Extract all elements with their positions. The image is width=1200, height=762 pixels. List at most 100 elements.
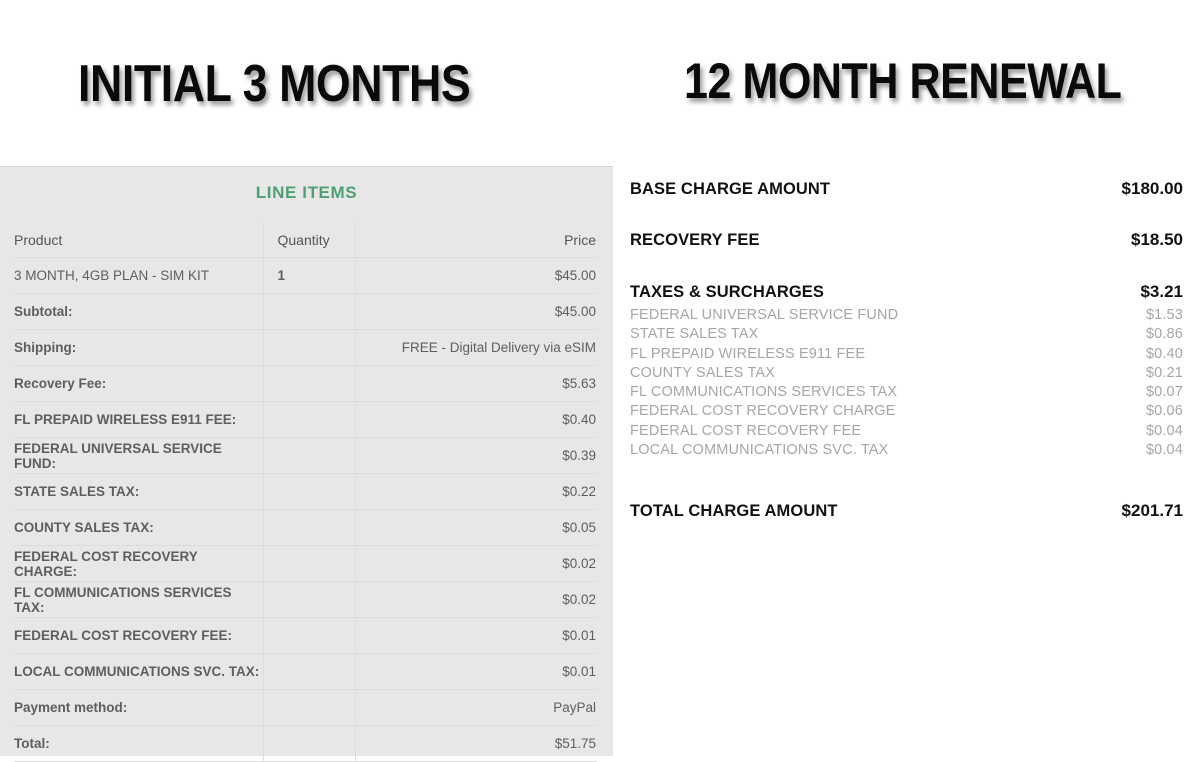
tax-detail-value: $0.06	[1145, 403, 1183, 420]
summary-value-cell: FREE - Digital Delivery via eSIM	[354, 329, 597, 366]
summary-row: Payment method: PayPal	[14, 689, 597, 726]
total-charge-label: TOTAL CHARGE AMOUNT	[630, 502, 838, 520]
product-name-cell: 3 MONTH, 4GB PLAN - SIM KIT	[14, 257, 263, 294]
summary-spacer-cell	[262, 329, 355, 366]
summary-row: Recovery Fee: $5.63	[14, 365, 597, 402]
summary-label-cell: Total:	[14, 725, 263, 762]
tax-detail-label: STATE SALES TAX	[630, 326, 759, 343]
summary-row: Shipping: FREE - Digital Delivery via eSI…	[14, 329, 597, 366]
summary-value-cell: $0.05	[354, 509, 597, 546]
tax-detail-value: $1.53	[1145, 307, 1183, 323]
line-items-heading: LINE ITEMS	[255, 183, 358, 202]
summary-row: FEDERAL COST RECOVERY CHARGE: $0.02	[14, 545, 597, 582]
tax-detail-label: FEDERAL COST RECOVERY CHARGE	[630, 403, 896, 420]
tax-detail-row: FEDERAL COST RECOVERY FEE $0.04	[630, 423, 1183, 439]
tax-detail-label: COUNTY SALES TAX	[630, 364, 776, 381]
summary-spacer-cell	[262, 437, 355, 474]
summary-value-cell: $0.40	[354, 401, 597, 438]
summary-spacer-cell	[262, 365, 355, 402]
taxes-surcharges-row: TAXES & SURCHARGES $3.21	[630, 282, 1183, 302]
recovery-fee-label: RECOVERY FEE	[630, 231, 760, 249]
summary-row: Subtotal: $45.00	[14, 293, 597, 330]
tax-detail-list: FEDERAL UNIVERSAL SERVICE FUND $1.53 STATE…	[630, 307, 1183, 461]
summary-label-cell: FEDERAL COST RECOVERY FEE:	[14, 617, 263, 654]
product-price-cell: $45.00	[354, 257, 597, 294]
tax-detail-label: FEDERAL COST RECOVERY FEE	[630, 422, 862, 439]
summary-spacer-cell	[262, 653, 355, 690]
summary-row: FL COMMUNICATIONS SERVICES TAX: $0.02	[14, 581, 597, 618]
tax-detail-label: FL PREPAID WIRELESS E911 FEE	[630, 345, 866, 362]
base-charge-value: $180.00	[1121, 179, 1183, 198]
summary-value-cell: $0.02	[354, 545, 597, 582]
tax-detail-row: FL COMMUNICATIONS SERVICES TAX $0.07	[630, 384, 1183, 400]
tax-detail-label: FEDERAL UNIVERSAL SERVICE FUND	[630, 307, 899, 323]
summary-value-cell: $0.01	[354, 617, 597, 654]
tax-detail-value: $0.40	[1145, 345, 1183, 362]
summary-row: FEDERAL UNIVERSAL SERVICE FUND: $0.39	[14, 437, 597, 474]
summary-row: FEDERAL COST RECOVERY FEE: $0.01	[14, 617, 597, 654]
taxes-surcharges-label: TAXES & SURCHARGES	[630, 283, 825, 301]
tax-detail-label: FL COMMUNICATIONS SERVICES TAX	[630, 384, 898, 401]
page-title-12-month-renewal: 12 MONTH RENEWAL	[684, 53, 1122, 109]
tax-detail-row: FEDERAL UNIVERSAL SERVICE FUND $1.53	[630, 307, 1183, 323]
summary-value-cell: $0.02	[354, 581, 597, 618]
line-items-table: Product Quantity Price 3 MONTH, 4GB PLAN…	[14, 222, 597, 762]
page-title-initial-3-months: INITIAL 3 MONTHS	[78, 55, 471, 113]
tax-detail-row: STATE SALES TAX $0.86	[630, 326, 1183, 342]
summary-label-cell: STATE SALES TAX:	[14, 473, 263, 510]
summary-label-cell: FEDERAL COST RECOVERY CHARGE:	[14, 545, 263, 582]
taxes-surcharges-value: $3.21	[1140, 282, 1183, 301]
tax-detail-value: $0.04	[1145, 442, 1183, 459]
line-items-body: 3 MONTH, 4GB PLAN - SIM KIT 1 $45.00 Subtot…	[14, 257, 597, 762]
table-header-row: Product Quantity Price	[14, 222, 597, 258]
summary-label-cell: FL PREPAID WIRELESS E911 FEE:	[14, 401, 263, 438]
summary-label-cell: Subtotal:	[14, 293, 263, 330]
summary-spacer-cell	[262, 617, 355, 654]
recovery-fee-row: RECOVERY FEE $18.50	[630, 230, 1183, 250]
summary-row: Total: $51.75	[14, 725, 597, 762]
tax-detail-label: LOCAL COMMUNICATIONS SVC. TAX	[630, 442, 889, 459]
tax-detail-value: $0.86	[1145, 326, 1183, 343]
summary-label-cell: FL COMMUNICATIONS SERVICES TAX:	[14, 581, 263, 618]
summary-label-cell: LOCAL COMMUNICATIONS SVC. TAX:	[14, 653, 263, 690]
table-row: 3 MONTH, 4GB PLAN - SIM KIT 1 $45.00	[14, 257, 597, 294]
product-quantity-cell: 1	[262, 257, 355, 294]
tax-detail-value: $0.07	[1145, 384, 1183, 401]
summary-spacer-cell	[262, 473, 355, 510]
renewal-charges-panel: BASE CHARGE AMOUNT $180.00 RECOVERY FEE …	[630, 166, 1183, 756]
summary-spacer-cell	[262, 581, 355, 618]
tax-detail-row: FL PREPAID WIRELESS E911 FEE $0.40	[630, 346, 1183, 362]
total-charge-value: $201.71	[1121, 501, 1183, 520]
summary-value-cell: $0.01	[354, 653, 597, 690]
order-summary-panel: LINE ITEMS Product Quantity Price 3 MONT…	[0, 166, 613, 762]
summary-label-cell: Payment method:	[14, 689, 263, 726]
column-header-quantity: Quantity	[262, 222, 355, 258]
summary-value-cell: $51.75	[354, 725, 597, 762]
summary-spacer-cell	[262, 689, 355, 726]
summary-value-cell: $0.39	[354, 437, 597, 474]
base-charge-label: BASE CHARGE AMOUNT	[630, 180, 831, 198]
summary-label-cell: COUNTY SALES TAX:	[14, 509, 263, 546]
tax-detail-row: COUNTY SALES TAX $0.21	[630, 365, 1183, 381]
summary-value-cell: $45.00	[354, 293, 597, 330]
summary-row: LOCAL COMMUNICATIONS SVC. TAX: $0.01	[14, 653, 597, 690]
summary-label-cell: Recovery Fee:	[14, 365, 263, 402]
summary-row: FL PREPAID WIRELESS E911 FEE: $0.40	[14, 401, 597, 438]
tax-detail-value: $0.04	[1145, 422, 1183, 439]
summary-label-cell: FEDERAL UNIVERSAL SERVICE FUND:	[14, 437, 263, 474]
summary-row: STATE SALES TAX: $0.22	[14, 473, 597, 510]
summary-value-cell: PayPal	[354, 689, 597, 726]
summary-spacer-cell	[262, 725, 355, 762]
summary-row: COUNTY SALES TAX: $0.05	[14, 509, 597, 546]
recovery-fee-value: $18.50	[1131, 230, 1183, 249]
base-charge-row: BASE CHARGE AMOUNT $180.00	[630, 179, 1183, 199]
tax-detail-row: FEDERAL COST RECOVERY CHARGE $0.06	[630, 403, 1183, 419]
summary-value-cell: $5.63	[354, 365, 597, 402]
summary-spacer-cell	[262, 293, 355, 330]
tax-detail-row: LOCAL COMMUNICATIONS SVC. TAX $0.04	[630, 442, 1183, 458]
summary-spacer-cell	[262, 545, 355, 582]
total-charge-row: TOTAL CHARGE AMOUNT $201.71	[630, 501, 1183, 521]
column-header-product: Product	[14, 222, 263, 258]
tax-detail-value: $0.21	[1145, 364, 1183, 381]
summary-spacer-cell	[262, 401, 355, 438]
